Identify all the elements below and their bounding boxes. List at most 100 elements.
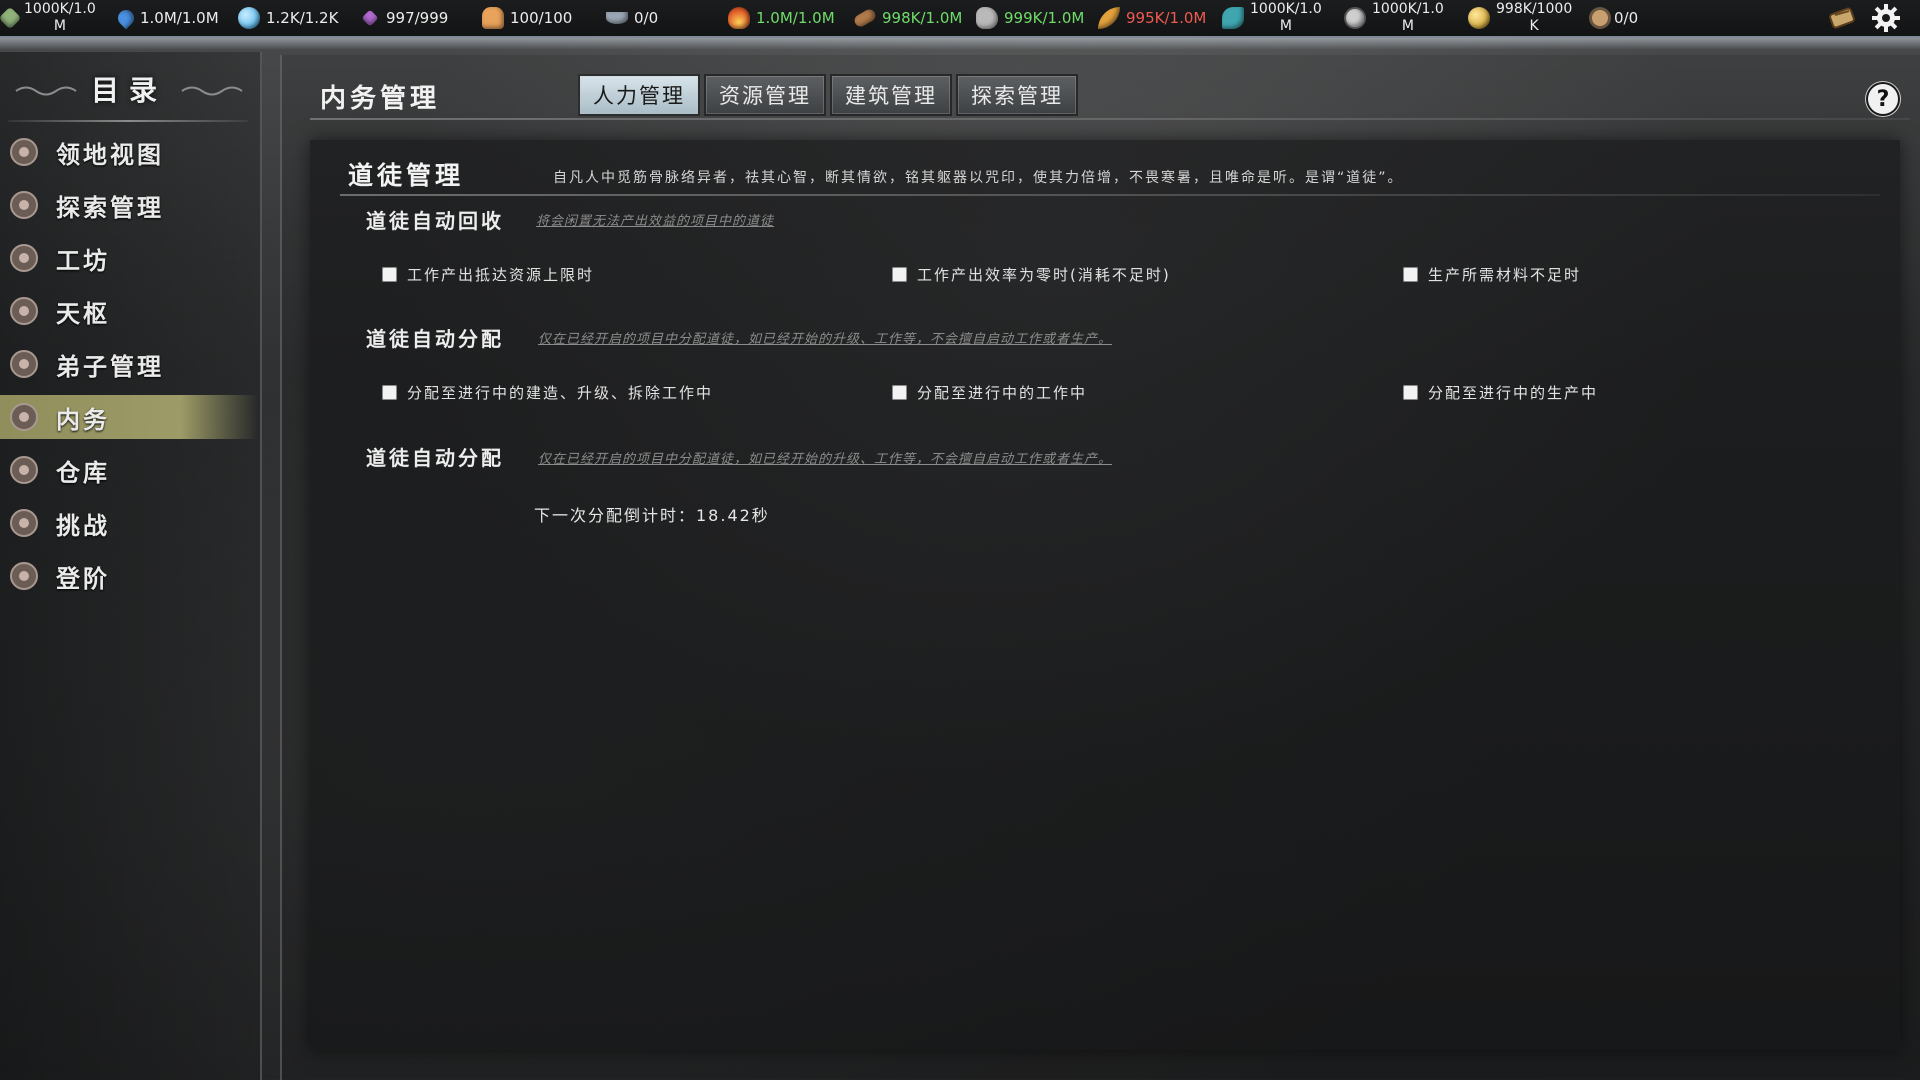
water-drop-icon [114,6,138,30]
fire-icon [728,7,750,29]
checkbox-box[interactable] [1403,385,1418,400]
checkbox-materials-short[interactable]: 生产所需材料不足时 [1403,264,1581,285]
sidebar-item-ascend[interactable]: 登阶 [0,554,258,598]
lotus-emblem-icon [10,138,38,166]
resource-fire[interactable]: 1.0M/1.0M [728,0,835,36]
resource-stone[interactable]: 999K/1.0M [976,0,1084,36]
fish-icon [1222,7,1244,29]
lotus-emblem-icon [10,562,38,590]
checkbox-box[interactable] [382,385,397,400]
resource-skull[interactable]: 1000K/1.0 M [1344,0,1444,36]
resource-value: 998K/1.0M [882,9,963,27]
sidebar-header: 目录 [0,64,258,114]
resource-value: 1000K/1.0 [24,1,96,17]
assign-countdown: 下一次分配倒计时：18.42秒 [534,506,770,525]
disciples-icon [482,7,504,29]
tab-manpower[interactable]: 人力管理 [578,74,700,116]
sidebar-item-label: 登阶 [56,564,110,593]
section-title: 道徒管理 [348,161,465,190]
gold-coin-icon [1468,7,1490,29]
sidebar-item-territory-view[interactable]: 领地视图 [0,130,258,174]
sidebar-item-challenge[interactable]: 挑战 [0,501,258,545]
checkbox-label: 工作产出效率为零时(消耗不足时) [917,266,1171,284]
page-title: 内务管理 [320,84,441,114]
crystal-icon [361,9,379,27]
sidebar-item-disciples[interactable]: 弟子管理 [0,342,258,386]
tab-exploration[interactable]: 探索管理 [956,74,1078,116]
bowl-icon [606,12,628,24]
resource-value: 995K/1.0M [1126,9,1207,27]
tab-buildings[interactable]: 建筑管理 [830,74,952,116]
checkbox-box[interactable] [892,385,907,400]
sidebar-item-internal-affairs[interactable]: 内务 [0,395,258,439]
resource-crystal[interactable]: 997/999 [361,0,448,36]
settings-gear-icon[interactable] [1870,2,1902,34]
sidebar-divider [8,120,248,122]
sidebar-item-label: 仓库 [56,458,110,487]
checkbox-zero-efficiency[interactable]: 工作产出效率为零时(消耗不足时) [892,264,1171,285]
resource-gold[interactable]: 998K/1000 K [1468,0,1572,36]
checkbox-label: 分配至进行中的工作中 [917,384,1088,402]
resource-value: 1000K/1.0 [1372,1,1444,17]
resource-value: 1000K/1.0 [1250,1,1322,17]
lotus-emblem-icon [10,456,38,484]
leaf-resource-icon [0,6,22,30]
checkbox-assign-work[interactable]: 分配至进行中的工作中 [892,382,1087,403]
resource-spirit[interactable]: 1.2K/1.2K [238,0,338,36]
scroll-book-icon[interactable] [1826,2,1858,34]
resource-value: 1.0M/1.0M [140,9,219,27]
resource-water[interactable]: 1.0M/1.0M [114,0,219,36]
checkbox-label: 生产所需材料不足时 [1428,266,1582,284]
lotus-emblem-icon [10,403,38,431]
group-hint-auto-assign: 仅在已经开启的项目中分配道徒，如已经开始的升级、工作等，不会擅自启动工作或者生产… [538,332,1113,347]
skull-icon [1344,7,1366,29]
resource-value-unit: M [1401,18,1414,34]
sidebar-item-tianshu[interactable]: 天枢 [0,289,258,333]
stone-icon [976,7,998,29]
resource-value: 998K/1000 [1496,1,1573,17]
tab-resources[interactable]: 资源管理 [704,74,826,116]
section-divider [340,194,1880,196]
section-description: 自凡人中觅筋骨脉络异者，祛其心智，断其情欲，铭其躯器以咒印，使其力倍增，不畏寒暑… [553,170,1404,186]
resource-feather[interactable]: 995K/1.0M [1098,0,1206,36]
resource-value: 0/0 [1614,9,1639,27]
resource-value-unit: K [1529,18,1539,34]
sidebar-item-label: 内务 [56,405,110,434]
feather-icon [1098,7,1120,29]
lotus-emblem-icon [10,244,38,272]
resource-bowl[interactable]: 0/0 [606,0,658,36]
resource-value-unit: M [1279,18,1292,34]
resource-fish[interactable]: 1000K/1.0 M [1222,0,1322,36]
resource-gear-token[interactable]: 0/0 [1592,0,1638,36]
group-hint-auto-assign-timer: 仅在已经开启的项目中分配道徒，如已经开始的升级、工作等，不会擅自启动工作或者生产… [538,452,1113,467]
checkbox-box[interactable] [1403,267,1418,282]
checkbox-output-at-cap[interactable]: 工作产出抵达资源上限时 [382,264,594,285]
sidebar-item-label: 领地视图 [56,140,164,169]
gear-token-icon [1592,10,1608,26]
resource-wood[interactable]: 998K/1.0M [852,0,963,36]
sidebar-item-workshop[interactable]: 工坊 [0,236,258,280]
help-icon[interactable]: ? [1868,84,1898,114]
checkbox-box[interactable] [892,267,907,282]
sidebar: 目录 领地视图 探索管理 工坊 天枢 弟子管理 内务 仓库 挑战 登阶 [0,52,262,1080]
sidebar-item-label: 探索管理 [56,193,164,222]
sidebar-item-warehouse[interactable]: 仓库 [0,448,258,492]
sidebar-title: 目录 [90,74,167,107]
resource-value: 999K/1.0M [1004,9,1085,27]
topbar-glow [0,38,1920,50]
resource-value: 1.2K/1.2K [266,9,339,27]
sidebar-item-exploration[interactable]: 探索管理 [0,183,258,227]
cloud-ornament-icon [181,86,243,96]
group-title-auto-recycle: 道徒自动回收 [366,209,504,233]
sidebar-item-label: 天枢 [56,299,110,328]
checkbox-label: 分配至进行中的生产中 [1428,384,1599,402]
checkbox-assign-construction[interactable]: 分配至进行中的建造、升级、拆除工作中 [382,382,713,403]
checkbox-assign-production[interactable]: 分配至进行中的生产中 [1403,382,1598,403]
lotus-emblem-icon [10,297,38,325]
checkbox-box[interactable] [382,267,397,282]
group-title-auto-assign-timer: 道徒自动分配 [366,446,504,470]
tab-bar: 人力管理 资源管理 建筑管理 探索管理 [578,74,1082,116]
resource-disciples[interactable]: 100/100 [482,0,572,36]
resource-leaf[interactable]: 1000K/1.0 M [0,0,96,36]
resource-bar: 1000K/1.0 M 1.0M/1.0M 1.2K/1.2K 997/999 1… [0,0,1920,38]
